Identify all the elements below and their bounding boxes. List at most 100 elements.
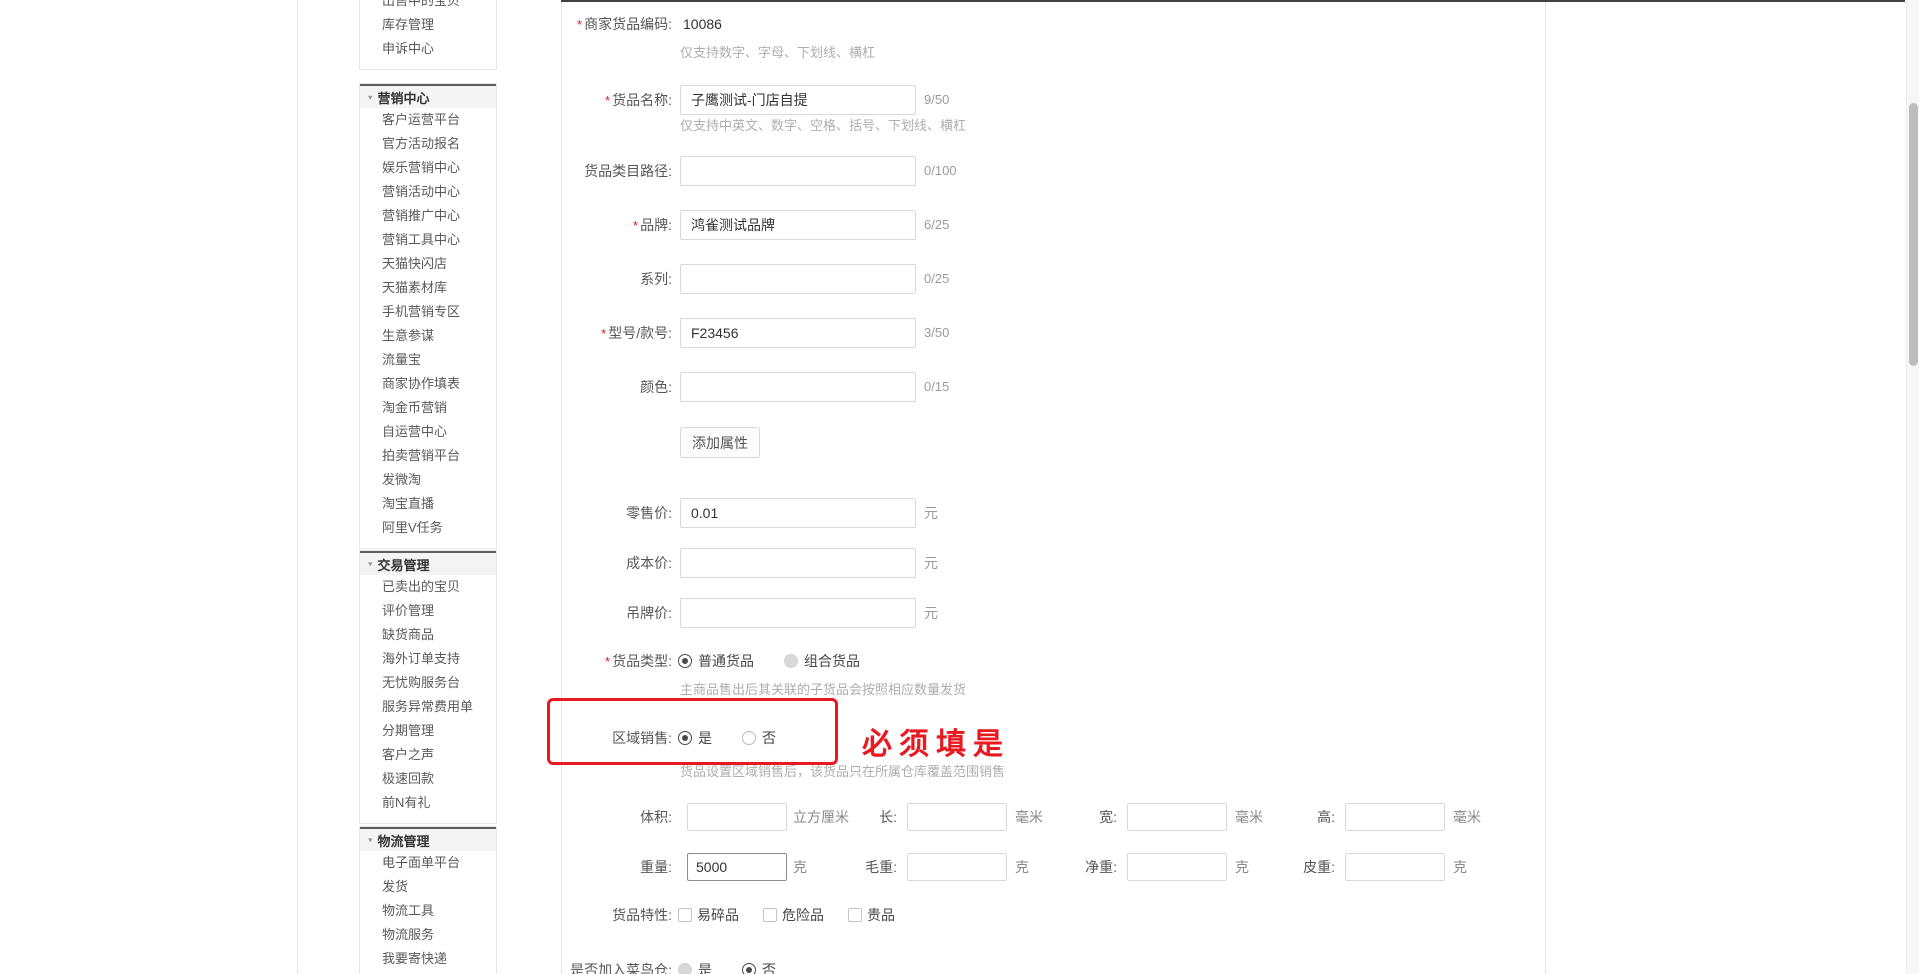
sidebar-item[interactable]: 拍卖营销平台 [360,444,496,468]
sidebar-item[interactable]: 电子面单平台 [360,851,496,875]
field-label-merchant-item-code: * 商家货品编码: [577,16,672,32]
item-type-radio-1[interactable]: 组合货品 [784,651,860,671]
option-label: 贵品 [867,907,895,923]
radio-icon [742,963,756,974]
field-label-dimensions-2: 宽: [1099,809,1117,825]
sidebar-section-header[interactable]: ▾ 物流管理 [360,827,496,851]
cainiao-warehouse-radio-group: 是否 [678,955,776,974]
item-traits-checkbox-2[interactable]: 贵品 [848,905,895,925]
content-top-border [561,0,1905,2]
field-label-item-type: * 货品类型: [605,653,672,669]
weights-input-1[interactable] [907,853,1007,881]
sidebar-item[interactable]: 服务异常费用单 [360,695,496,719]
field-label-dimensions-0: 体积: [640,809,672,825]
dimensions-input-3[interactable] [1345,803,1445,831]
option-label: 否 [762,962,776,974]
dimensions-unit-3: 毫米 [1453,809,1481,825]
required-asterisk: * [577,17,583,32]
field-label-series: 系列: [640,271,672,287]
required-asterisk: * [605,654,611,669]
item-traits-checkbox-1[interactable]: 危险品 [763,905,824,925]
product-edit-page: 出售中的宝贝 库存管理 申诉中心 ▾ 营销中心 客户运营平台 官方活动报名 娱乐营销中心 营销活… [0,0,1919,974]
add-attribute-button[interactable]: 添加属性 [680,427,760,458]
weights-unit-0: 克 [793,859,807,875]
field-label-weights-0: 重量: [640,859,672,875]
option-label: 是 [698,730,712,746]
field-label-category-path: 货品类目路径: [584,163,672,179]
radio-icon [678,654,692,668]
item-traits-checkbox-group: 易碎品 危险品 贵品 [678,900,895,930]
option-label: 否 [762,730,776,746]
dimensions-input-0[interactable] [687,803,787,831]
item-name-counter: 9/50 [924,92,950,107]
radio-icon [784,654,798,668]
annotation-text: 必须填是 [862,728,1010,761]
option-label: 是 [698,962,712,974]
field-label-weights-1: 毛重: [865,859,897,875]
item-traits-checkbox-0[interactable]: 易碎品 [678,905,739,925]
sidebar-item[interactable]: 极速回款 [360,767,496,791]
category-path-input[interactable] [680,156,916,186]
regional-sale-radio-0[interactable]: 是 [678,728,712,748]
field-label-item-traits: 货品特性: [612,907,672,923]
field-help-item-type: 主商品售出后其关联的子货品会按照相应数量发货 [680,682,967,697]
field-label-item-name: * 货品名称: [605,92,672,108]
field-label-brand: * 品牌: [633,217,672,233]
weights-input-3[interactable] [1345,853,1445,881]
regional-sale-radio-group: 是否 [678,723,776,753]
series-counter: 0/25 [924,271,950,286]
dimensions-input-1[interactable] [907,803,1007,831]
sidebar-item[interactable]: 已卖出的宝贝 [360,575,496,599]
field-label-tag-price: 吊牌价: [626,605,672,621]
item-type-radio-0[interactable]: 普通货品 [678,651,754,671]
checkbox-icon [848,908,862,922]
checkbox-icon [678,908,692,922]
cainiao-warehouse-radio-1[interactable]: 否 [742,960,776,974]
category-path-counter: 0/100 [924,163,957,178]
color-input[interactable] [680,372,916,402]
color-counter: 0/15 [924,379,950,394]
sidebar-item[interactable]: 自运营中心 [360,420,496,444]
radio-icon [678,963,692,974]
tag-price-unit: 元 [924,605,938,621]
sidebar-item[interactable]: 发货 [360,875,496,899]
item-type-radio-group: 普通货品 组合货品 [678,646,860,676]
cainiao-warehouse-radio-0[interactable]: 是 [678,960,712,974]
field-value-merchant-item-code: 10086 [683,16,722,32]
radio-icon [678,731,692,745]
field-label-dimensions-1: 长: [879,809,897,825]
sidebar-section-box: ▾ 交易管理 已卖出的宝贝 评价管理 缺货商品 海外订单支持 无忧购服务台 服务异常费用单 分期… [359,550,497,824]
scrollbar-thumb[interactable] [1909,103,1918,366]
required-asterisk: * [633,218,639,233]
sidebar-item[interactable]: 官方活动报名 [360,132,496,156]
item-name-input[interactable] [680,85,916,115]
field-label-weights-3: 皮重: [1303,859,1335,875]
chevron-down-icon: ▾ [368,92,373,102]
required-asterisk: * [605,93,611,108]
weights-input-0[interactable] [687,853,787,881]
regional-sale-radio-1[interactable]: 否 [742,728,776,748]
field-help-item-name: 仅支持中英文、数字、空格、括号、下划线、横杠 [680,118,967,133]
field-help-regional-sale: 货品设置区域销售后，该货品只在所属仓库覆盖范围销售 [680,764,1006,779]
field-label-model: * 型号/款号: [601,325,672,341]
option-label: 危险品 [782,907,824,923]
sidebar-item[interactable]: 前N有礼 [360,791,496,815]
cost-price-input[interactable] [680,548,916,578]
sidebar-item[interactable]: 流量宝 [360,348,496,372]
retail-price-input[interactable] [680,498,916,528]
field-label-color: 颜色: [640,379,672,395]
radio-icon [742,731,756,745]
chevron-down-icon: ▾ [368,559,373,569]
model-input[interactable] [680,318,916,348]
sidebar-section-box: ▾ 营销中心 客户运营平台 官方活动报名 娱乐营销中心 营销活动中心 营销推广中心 营销工具中… [359,83,497,549]
series-input[interactable] [680,264,916,294]
scrollbar[interactable] [1906,0,1919,974]
sidebar-item[interactable]: 申诉中心 [360,37,496,61]
weights-input-2[interactable] [1127,853,1227,881]
dimensions-input-2[interactable] [1127,803,1227,831]
sidebar-item[interactable]: 发微淘 [360,468,496,492]
required-asterisk: * [601,326,607,341]
brand-input[interactable] [680,210,916,240]
tag-price-input[interactable] [680,598,916,628]
chevron-down-icon: ▾ [368,835,373,845]
